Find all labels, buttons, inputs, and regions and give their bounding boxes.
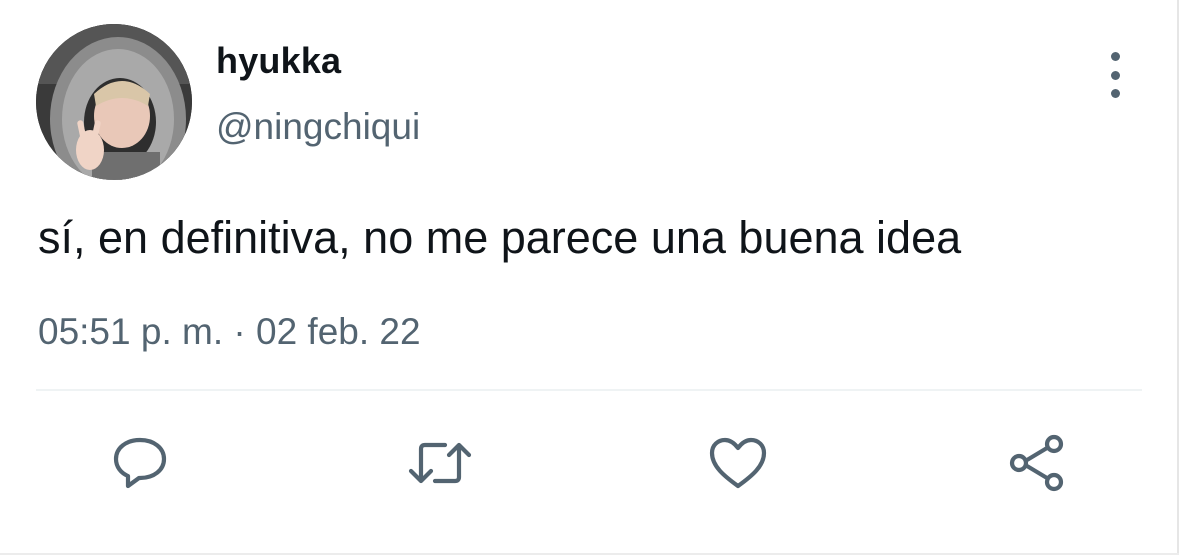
retweet-button[interactable]	[405, 428, 475, 498]
heart-icon	[709, 437, 767, 489]
share-icon	[1009, 434, 1064, 492]
more-vertical-icon	[1110, 52, 1120, 61]
display-name[interactable]: hyukka	[216, 40, 341, 82]
user-handle[interactable]: @ningchiqui	[216, 106, 420, 148]
action-bar-divider	[36, 389, 1142, 391]
reply-button[interactable]	[105, 428, 175, 498]
share-button[interactable]	[1003, 428, 1073, 498]
tweet-timestamp[interactable]: 05:51 p. m. · 02 feb. 22	[38, 311, 421, 353]
avatar[interactable]	[36, 24, 192, 180]
tweet-time: 05:51 p. m.	[38, 311, 224, 352]
more-options-button[interactable]	[1098, 52, 1132, 98]
retweet-icon	[408, 442, 472, 484]
like-button[interactable]	[703, 428, 773, 498]
more-vertical-icon-dot	[1110, 89, 1120, 98]
tweet-date: 02 feb. 22	[256, 311, 421, 352]
avatar-image	[36, 24, 192, 180]
tweet-text: sí, en definitiva, no me parece una buen…	[38, 212, 962, 263]
meta-separator: ·	[223, 311, 256, 352]
more-vertical-icon-dot	[1110, 70, 1120, 80]
reply-icon	[113, 437, 167, 489]
